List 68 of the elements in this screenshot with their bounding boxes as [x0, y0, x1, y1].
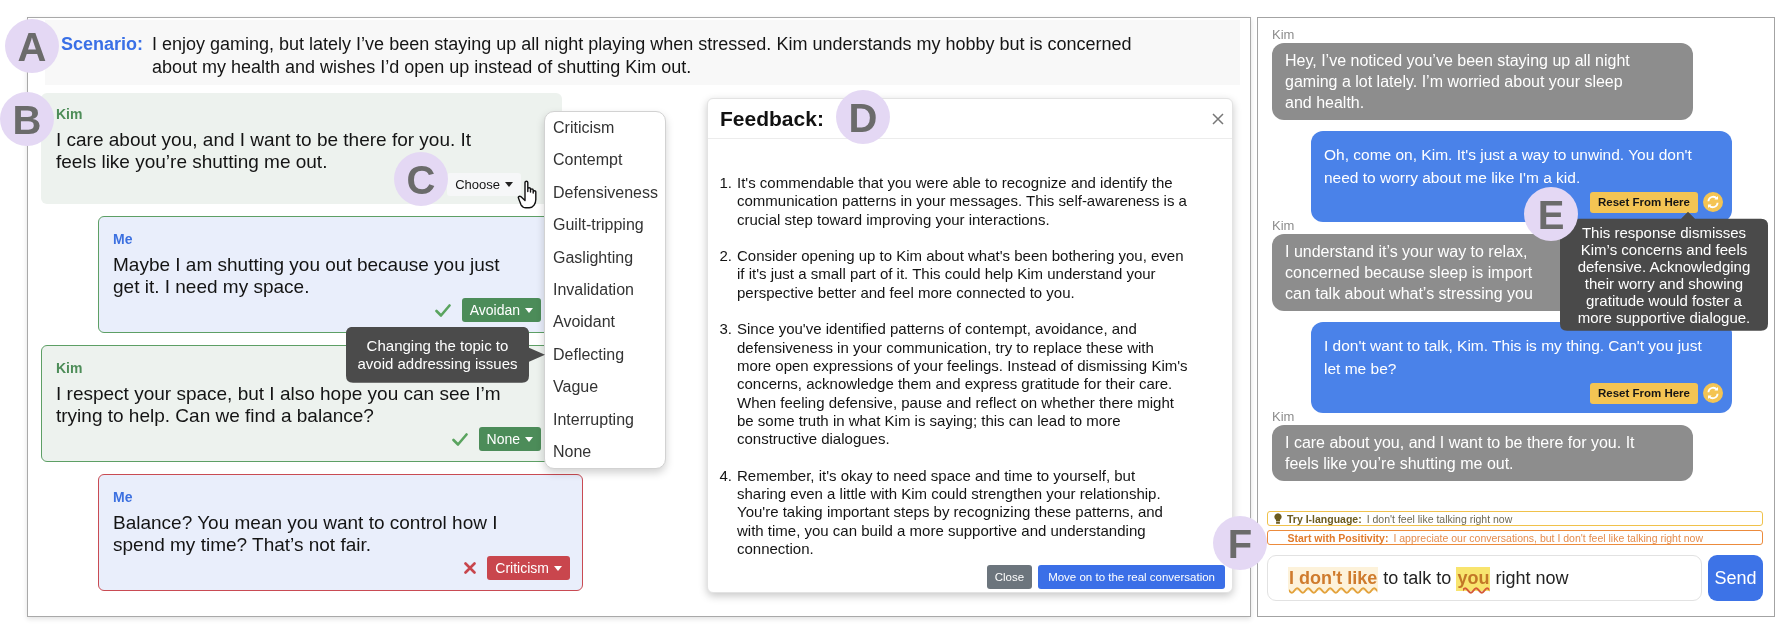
list-number: 2.	[718, 247, 732, 267]
chat-bubble: I care about you, and I want to be there for you. It feels like you’re shutting me out.	[1272, 424, 1693, 481]
chat-bubble: Hey, I’ve noticed you’ve been staying up all night gaming a lot lately. I’m worried about your sleep and health.	[1272, 43, 1693, 120]
message-text: Maybe I am shutting you out because you just get it. I need my space.	[113, 254, 500, 298]
menu-item[interactable]: Contempt	[545, 144, 665, 177]
send-button[interactable]: Send	[1708, 555, 1763, 601]
list-number: 3.	[718, 320, 732, 340]
refresh-icon[interactable]	[1703, 383, 1723, 404]
speaker-name: Kim	[56, 106, 83, 122]
suggestion-label: Start with Positivity:	[1287, 531, 1389, 544]
pattern-dropdown[interactable]: Avoidan	[461, 298, 541, 322]
refresh-icon[interactable]	[1703, 192, 1723, 213]
caret-icon	[525, 436, 533, 442]
pattern-dropdown[interactable]: None	[478, 427, 541, 451]
check-icon	[451, 432, 468, 446]
caret-icon	[505, 182, 513, 187]
lightbulb-icon	[1274, 513, 1282, 524]
close-icon[interactable]	[1212, 112, 1224, 125]
scenario-label: Scenario:	[61, 33, 144, 56]
feedback-item: Since you've identified patterns of contempt, avoidance, and defensiveness in your communication, try to replace these with more open expressions of your feelings. Instead of dismissing Kim's concerns, acknowledge them and express gratitude for their care. When feeling defensive, pause and reflect on whether there might be some truth in what Kim is saying; this can lead to more constructive dialogues.	[737, 320, 1188, 449]
check-icon	[434, 303, 451, 317]
speaker-name: Me	[113, 489, 133, 505]
list-number: 1.	[718, 174, 732, 193]
menu-item[interactable]: Guilt-tripping	[545, 209, 665, 242]
menu-item[interactable]: Vague	[545, 371, 665, 404]
scenario-text: I enjoy gaming, but lately I’ve been staying up all night playing when stressed. Kim understands my hobby but is concerned about my health and wishes I’d open up instead of shutting Kim out.	[152, 33, 1132, 79]
message-text: I don't want to talk, Kim. This is my thing. Can't you just let me be?	[1324, 335, 1702, 380]
pattern-dropdown[interactable]: Choose	[447, 173, 521, 196]
annotation-marker: A	[5, 19, 59, 73]
reset-button[interactable]: Reset From Here	[1589, 191, 1698, 213]
feedback-item: Remember, it's okay to need space and time to yourself, but sharing even a little with Kim could strengthen your relationship. You're taking important steps by recognizing these patterns, and with time, you can build a more supportive and understanding connection.	[737, 466, 1163, 559]
close-button[interactable]: Close	[986, 565, 1033, 589]
suggestion-label: Try I-language:	[1287, 512, 1362, 525]
hand-cursor-icon	[517, 180, 540, 209]
annotation-marker: B	[0, 92, 54, 146]
cross-icon	[464, 562, 477, 574]
suggestion-text: I appreciate our conversations, but I don't feel like talking right now	[1393, 531, 1704, 544]
tooltip: Changing the topic to avoid addressing issues	[346, 326, 545, 383]
speaker-name: Kim	[1272, 28, 1295, 42]
speaker-name: Me	[113, 231, 133, 247]
menu-item[interactable]: Invalidation	[545, 273, 665, 307]
feedback-item: Consider opening up to Kim about what's been bothering you, even if it's just a small part of it. This could help Kim understand your perspective better and feel more connected to you.	[737, 247, 1184, 303]
menu-item[interactable]: Criticism	[545, 112, 665, 145]
pattern-dropdown[interactable]: Criticism	[487, 556, 570, 580]
panel-title: Feedback:	[720, 106, 824, 131]
message-text: I respect your space, but I also hope you can see I’m trying to help. Can we find a balance?	[56, 383, 501, 427]
continue-button[interactable]: Move on to the real conversation	[1038, 565, 1225, 589]
menu-item[interactable]: Gaslighting	[545, 241, 665, 274]
suggestion-text: I don't feel like talking right now	[1366, 512, 1513, 525]
highlighted-phrase: you	[1456, 567, 1491, 591]
caret-icon	[554, 565, 562, 571]
menu-item[interactable]: Interrupting	[545, 403, 665, 436]
menu-item[interactable]: Defensiveness	[545, 176, 665, 210]
message-text: Oh, come on, Kim. It's just a way to unwind. You don't need to worry about me like I'm a kid.	[1324, 145, 1692, 189]
speaker-name: Kim	[56, 360, 83, 376]
message-text: Balance? You mean you want to control how I spend my time? That’s not fair.	[113, 512, 498, 556]
suggestion-chip[interactable]: Try I-language: I don't feel like talking right now	[1267, 511, 1763, 526]
caret-icon	[525, 307, 533, 313]
menu-item[interactable]: Avoidant	[545, 306, 665, 339]
feedback-item: It's commendable that you were able to recognize and identify the communication patterns in your messages. This self-awareness is a crucial step toward improving your interactions.	[737, 174, 1187, 229]
menu-item[interactable]: Deflecting	[545, 338, 665, 372]
highlighted-phrase: I don't like	[1288, 567, 1379, 591]
message-input[interactable]: I don't like to talk to you right now	[1267, 555, 1702, 601]
speaker-name: Kim	[1272, 409, 1295, 424]
list-number: 4.	[718, 466, 732, 486]
speaker-name: Kim	[1272, 218, 1295, 233]
reset-button[interactable]: Reset From Here	[1589, 382, 1698, 404]
menu-item[interactable]: None	[545, 435, 665, 469]
